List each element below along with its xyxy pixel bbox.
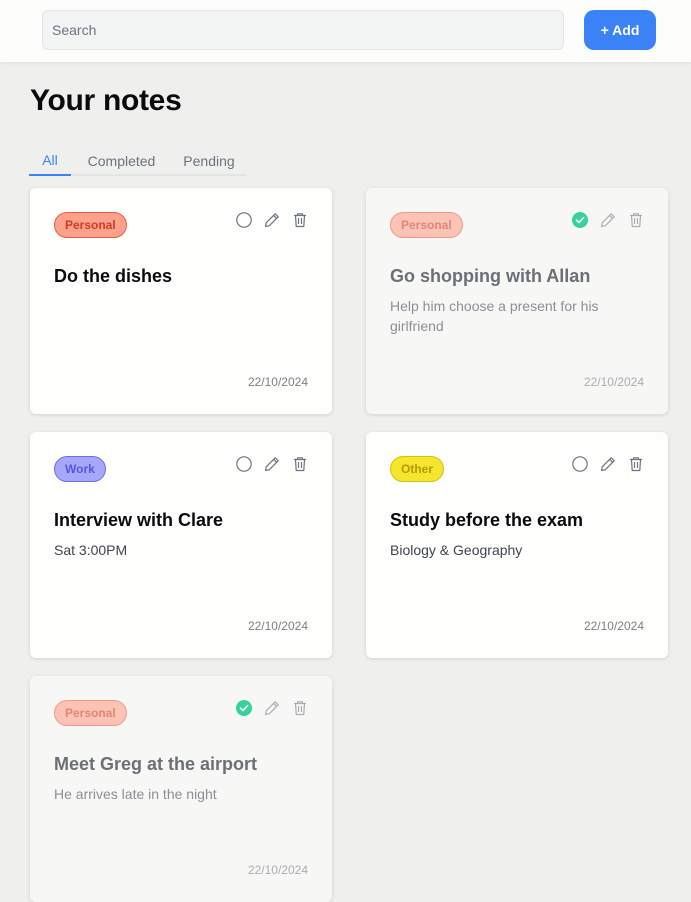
page-title: Your notes xyxy=(30,84,182,117)
note-card: Personal Meet Greg at the airport He arr… xyxy=(30,676,332,902)
category-badge: Personal xyxy=(54,212,127,238)
circle-icon[interactable] xyxy=(572,456,588,472)
note-card: Work Interview with Clare Sat 3:00PM 22/… xyxy=(30,432,332,658)
note-actions xyxy=(236,456,308,472)
tab-all[interactable]: All xyxy=(29,146,71,176)
search-input[interactable] xyxy=(42,10,564,50)
note-title: Study before the exam xyxy=(390,510,584,530)
trash-icon[interactable] xyxy=(292,700,308,716)
circle-icon[interactable] xyxy=(236,456,252,472)
note-date: 22/10/2024 xyxy=(247,619,308,633)
note-description: He arrives late in the night xyxy=(54,786,217,802)
trash-icon[interactable] xyxy=(292,456,308,472)
note-description: Sat 3:00PM xyxy=(54,542,128,558)
note-date: 22/10/2024 xyxy=(247,375,308,389)
filter-tabs: All Completed Pending xyxy=(29,146,246,176)
category-badge: Personal xyxy=(54,700,127,726)
note-actions xyxy=(236,212,308,228)
note-description: Help him choose a present for his girlfr… xyxy=(390,298,599,334)
check-circle-icon[interactable] xyxy=(236,700,252,716)
category-badge: Other xyxy=(390,456,445,482)
pencil-icon[interactable] xyxy=(264,700,280,716)
note-date: 22/10/2024 xyxy=(583,375,644,389)
circle-icon[interactable] xyxy=(236,212,252,228)
note-title: Interview with Clare xyxy=(54,510,224,530)
note-title: Do the dishes xyxy=(54,266,173,286)
note-card: Personal Go shopping with Allan Help him… xyxy=(366,188,668,414)
note-date: 22/10/2024 xyxy=(247,863,308,877)
note-date: 22/10/2024 xyxy=(583,619,644,633)
note-description: Biology & Geography xyxy=(390,542,523,558)
note-card: Other Study before the exam Biology & Ge… xyxy=(366,432,668,658)
note-title: Meet Greg at the airport xyxy=(54,754,258,774)
note-actions xyxy=(236,700,308,716)
tab-completed[interactable]: Completed xyxy=(71,146,172,176)
trash-icon[interactable] xyxy=(628,212,644,228)
note-title: Go shopping with Allan xyxy=(390,266,591,286)
note-actions xyxy=(572,456,644,472)
category-badge: Work xyxy=(54,456,106,482)
check-circle-icon[interactable] xyxy=(572,212,588,228)
pencil-icon[interactable] xyxy=(264,212,280,228)
note-actions xyxy=(572,212,644,228)
trash-icon[interactable] xyxy=(628,456,644,472)
top-bar: + Add xyxy=(0,0,691,62)
note-card: Personal Do the dishes 22/10/2024 xyxy=(30,188,332,414)
pencil-icon[interactable] xyxy=(600,456,616,472)
add-note-button[interactable]: + Add xyxy=(584,10,656,50)
trash-icon[interactable] xyxy=(292,212,308,228)
tab-pending[interactable]: Pending xyxy=(172,146,246,176)
pencil-icon[interactable] xyxy=(264,456,280,472)
pencil-icon[interactable] xyxy=(600,212,616,228)
category-badge: Personal xyxy=(390,212,463,238)
